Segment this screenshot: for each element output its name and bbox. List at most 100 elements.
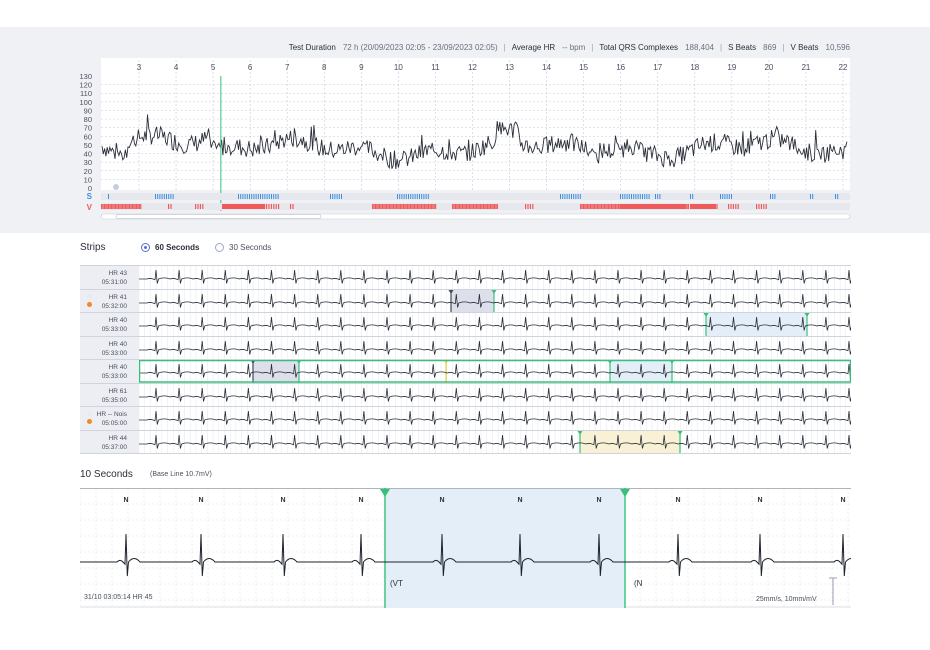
strip-row[interactable]: HR -- Nois 05:05:00 (80, 407, 851, 431)
v-beat-mark (292, 204, 294, 209)
v-beat-mark (609, 204, 611, 209)
radio-60-seconds[interactable]: 60 Seconds (141, 243, 199, 252)
strip-row[interactable]: HR 40 05:33:00 (80, 313, 851, 337)
s-beat-mark (244, 194, 246, 199)
hour-tick-label: 18 (690, 63, 699, 72)
s-beat-mark (399, 194, 401, 199)
v-beat-mark (456, 204, 458, 209)
v-beat-mark (589, 204, 591, 209)
strip-ecg (139, 430, 851, 453)
v-beat-mark (278, 204, 280, 209)
s-beat-mark (659, 194, 661, 199)
v-beat-mark (404, 204, 406, 209)
s-beat-mark (770, 194, 771, 199)
v-beat-mark (395, 204, 397, 209)
v-beat-mark (374, 204, 376, 209)
s-row-label: S (87, 192, 93, 201)
v-beat-mark (473, 204, 475, 209)
v-beat-mark (464, 204, 466, 209)
v-beat-mark (592, 204, 594, 209)
strip-time: 05:37:00 (101, 443, 127, 451)
s-beat-mark (275, 194, 277, 199)
v-beats-value: 10,596 (825, 42, 850, 52)
strip-row[interactable]: HR 44 05:37:00 (80, 430, 851, 454)
v-beat-mark (384, 204, 386, 209)
v-beat-mark (495, 204, 497, 209)
v-beat-mark (610, 204, 612, 209)
s-beat-mark (170, 194, 172, 199)
strip-hr: HR 44 (108, 434, 127, 442)
hour-tick-label: 9 (359, 63, 364, 72)
separator: | (719, 42, 723, 52)
v-beat-mark (602, 204, 604, 209)
separator: | (782, 42, 785, 52)
scrollbar-thumb[interactable] (115, 214, 322, 219)
v-beat-mark (390, 204, 392, 209)
v-beat-mark (433, 204, 435, 209)
v-beat-mark (582, 204, 584, 209)
s-beat-mark (562, 194, 564, 199)
v-beat-mark (480, 204, 482, 209)
s-beat-mark (242, 194, 244, 199)
s-beat-mark (573, 194, 575, 199)
hr-trend-chart[interactable]: 3 4 5 6 7 8 9 10 11 12 13 14 15 16 17 18 19 20 21 221301201… (0, 58, 930, 223)
strip-row[interactable]: HR 40 05:33:00 (80, 336, 851, 360)
v-beat-mark (381, 204, 383, 209)
v-beat-mark (412, 204, 414, 209)
s-beat-mark (772, 194, 774, 199)
radio-30-seconds[interactable]: 30 Seconds (215, 243, 271, 252)
strip-time: 05:35:00 (101, 396, 127, 404)
v-beat-mark (463, 204, 465, 209)
strip-row[interactable]: HR 61 05:35:00 (80, 383, 851, 407)
v-beat-mark (106, 204, 108, 209)
v-beat-mark (131, 204, 133, 209)
strip-ecg-trace (139, 434, 851, 449)
s-beat-mark (264, 194, 266, 199)
v-beat-mark (591, 204, 593, 209)
strip-row[interactable]: HR 40 05:33:00 (80, 360, 851, 384)
v-beat-mark (587, 204, 589, 209)
v-beat-mark (122, 204, 124, 209)
v-beat-mark (478, 204, 480, 209)
hour-tick-label: 16 (616, 63, 625, 72)
v-beat-mark (488, 204, 490, 209)
s-beat-mark (812, 194, 814, 199)
radio-dot (215, 243, 224, 252)
v-beat-mark (422, 204, 424, 209)
s-beat-mark (622, 194, 624, 199)
v-beat-mark (457, 204, 459, 209)
v-beat-mark (377, 204, 379, 209)
s-beat-mark (334, 194, 336, 199)
v-beat-mark (491, 204, 493, 209)
ten-second-ecg[interactable]: NNNNNNNNNN (80, 488, 851, 608)
s-beat-mark (255, 194, 257, 199)
s-beat-mark (728, 194, 730, 199)
s-beat-mark (277, 194, 279, 199)
strip-label: HR 41 05:32:00 (80, 289, 139, 312)
v-beat-mark (596, 204, 598, 209)
v-beat-mark (127, 204, 129, 209)
s-beat-mark (635, 194, 637, 199)
v-beat-mark (599, 204, 601, 209)
hour-tick-label: 12 (468, 63, 477, 72)
s-beat-mark (421, 194, 423, 199)
v-beat-mark (113, 204, 115, 209)
strip-row[interactable]: HR 43 05:31:00 (80, 266, 851, 290)
v-beat-mark (471, 204, 473, 209)
beat-label: N (123, 497, 128, 504)
v-beat-mark (598, 204, 600, 209)
v-beat-mark (603, 204, 605, 209)
v-beat-mark (612, 204, 614, 209)
v-beat-mark (168, 204, 170, 209)
strip-highlight (451, 289, 494, 312)
v-beat-mark (416, 204, 418, 209)
s-beat-mark (405, 194, 407, 199)
strip-row[interactable]: HR 41 05:32:00 (80, 289, 851, 313)
s-beat-mark (166, 194, 167, 199)
s-beat-mark (419, 194, 420, 199)
average-hr-label: Average HR (511, 42, 556, 52)
strip-ecg (139, 407, 851, 430)
v-beat-mark (116, 204, 118, 209)
v-beat-mark (110, 204, 112, 209)
strip-time: 05:33:00 (101, 349, 127, 357)
